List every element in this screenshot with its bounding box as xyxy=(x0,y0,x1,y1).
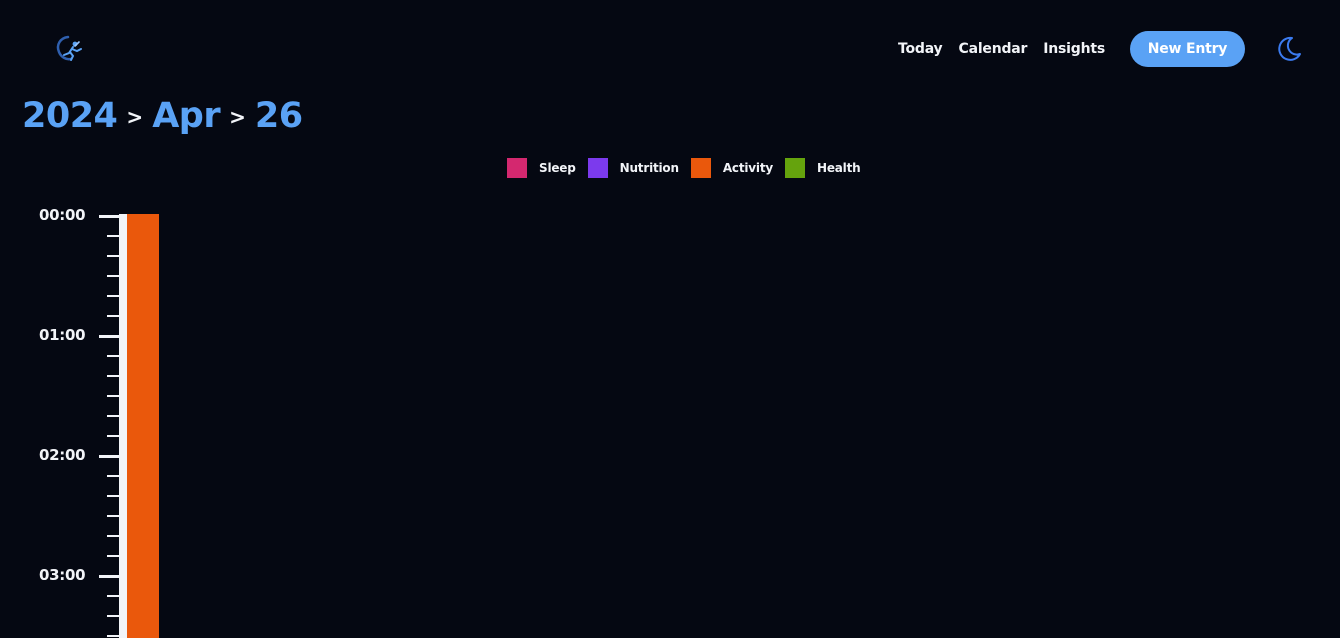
minute-tick xyxy=(107,435,119,437)
legend-item-sleep: Sleep xyxy=(507,158,576,178)
legend-label: Sleep xyxy=(539,161,576,175)
minute-tick xyxy=(107,375,119,377)
minute-tick xyxy=(107,615,119,617)
minute-tick xyxy=(107,595,119,597)
hour-tick xyxy=(99,455,119,458)
nav-insights-link[interactable]: Insights xyxy=(1043,41,1105,57)
breadcrumb-year[interactable]: 2024 xyxy=(22,96,118,136)
category-legend: Sleep Nutrition Activity Health xyxy=(507,158,872,178)
minute-tick xyxy=(107,415,119,417)
legend-label: Nutrition xyxy=(619,161,679,175)
date-breadcrumb: 2024 > Apr > 26 xyxy=(22,96,303,136)
top-nav: Today Calendar Insights New Entry xyxy=(898,31,1303,67)
breadcrumb-month[interactable]: Apr xyxy=(152,96,220,136)
minute-tick xyxy=(107,495,119,497)
new-entry-button[interactable]: New Entry xyxy=(1130,31,1245,67)
hour-tick xyxy=(99,215,119,218)
breadcrumb-separator: > xyxy=(229,105,246,129)
legend-item-health: Health xyxy=(784,158,861,178)
timeline-axis xyxy=(119,214,127,638)
minute-tick xyxy=(107,275,119,277)
minute-tick xyxy=(107,515,119,517)
legend-swatch xyxy=(784,158,805,178)
hour-tick xyxy=(99,335,119,338)
hour-label: 02:00 xyxy=(39,446,86,464)
day-timeline: 00:00 01:00 02:00 03:00 xyxy=(0,200,300,638)
minute-tick xyxy=(107,315,119,317)
legend-swatch xyxy=(690,158,711,178)
legend-label: Activity xyxy=(722,161,773,175)
minute-tick xyxy=(107,555,119,557)
legend-swatch xyxy=(507,158,527,178)
minute-tick xyxy=(107,295,119,297)
legend-item-activity: Activity xyxy=(690,158,773,178)
app-root: Today Calendar Insights New Entry 2024 >… xyxy=(0,0,1340,638)
nav-calendar-link[interactable]: Calendar xyxy=(959,41,1028,57)
moon-icon[interactable] xyxy=(1275,35,1303,63)
minute-tick xyxy=(107,535,119,537)
hour-label: 00:00 xyxy=(39,206,86,224)
minute-tick xyxy=(107,635,119,637)
activity-entry-block[interactable] xyxy=(127,214,159,638)
hour-label: 03:00 xyxy=(39,566,86,584)
legend-label: Health xyxy=(816,161,861,175)
minute-tick xyxy=(107,255,119,257)
legend-item-nutrition: Nutrition xyxy=(587,158,679,178)
hour-tick xyxy=(99,575,119,578)
breadcrumb-day[interactable]: 26 xyxy=(255,96,303,136)
legend-swatch xyxy=(587,158,608,178)
minute-tick xyxy=(107,475,119,477)
breadcrumb-separator: > xyxy=(126,105,144,129)
hour-label: 01:00 xyxy=(39,326,86,344)
minute-tick xyxy=(107,395,119,397)
minute-tick xyxy=(107,355,119,357)
nav-today-link[interactable]: Today xyxy=(898,41,943,57)
minute-tick xyxy=(107,235,119,237)
runner-logo-icon[interactable] xyxy=(54,33,88,65)
